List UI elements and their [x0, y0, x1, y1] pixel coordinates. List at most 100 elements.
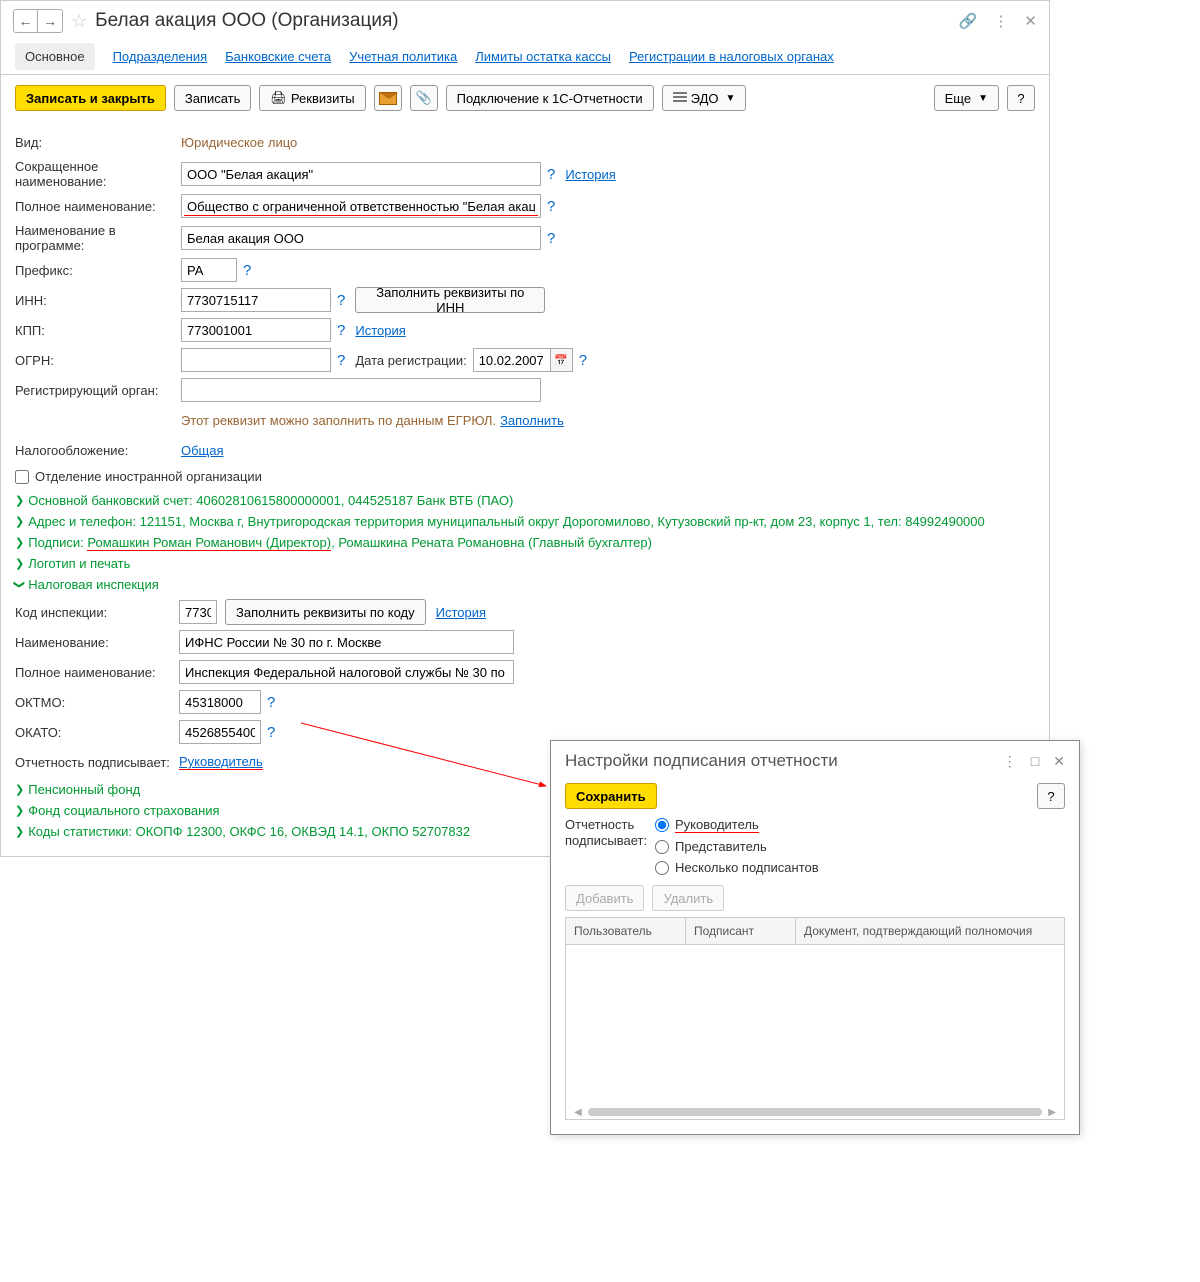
- logo-expander[interactable]: ❯Логотип и печать: [15, 553, 1035, 574]
- reg-organ-label: Регистрирующий орган:: [15, 383, 181, 398]
- chevron-right-icon: ❯: [15, 557, 24, 570]
- dialog-maximize-icon[interactable]: □: [1031, 753, 1039, 770]
- prog-name-input[interactable]: [181, 226, 541, 250]
- okato-input[interactable]: [179, 720, 261, 744]
- foreign-org-checkbox[interactable]: [15, 470, 29, 484]
- tab-main[interactable]: Основное: [15, 43, 95, 70]
- dialog-more-icon[interactable]: ⋮: [1003, 753, 1017, 770]
- table-body: [566, 945, 1064, 1105]
- reg-organ-input[interactable]: [181, 378, 541, 402]
- hint-icon[interactable]: ?: [547, 230, 555, 247]
- tab-bank-accounts[interactable]: Банковские счета: [225, 45, 331, 68]
- reg-hint: Этот реквизит можно заполнить по данным …: [181, 413, 496, 428]
- inn-input[interactable]: [181, 288, 331, 312]
- favorite-icon[interactable]: ☆: [71, 11, 87, 32]
- tabs-bar: Основное Подразделения Банковские счета …: [1, 41, 1049, 75]
- kpp-input[interactable]: [181, 318, 331, 342]
- hint-icon[interactable]: ?: [267, 694, 275, 711]
- report-signer-link[interactable]: Руководитель: [179, 754, 263, 770]
- connect-reporting-button[interactable]: Подключение к 1С-Отчетности: [446, 85, 654, 111]
- prog-name-label: Наименование в программе:: [15, 223, 181, 253]
- dialog-help-button[interactable]: ?: [1037, 783, 1065, 809]
- tab-tax-registrations[interactable]: Регистрации в налоговых органах: [629, 45, 834, 68]
- radio-representative[interactable]: Представитель: [655, 839, 819, 854]
- horizontal-scrollbar[interactable]: ◀ ▶: [566, 1105, 1064, 1119]
- chevron-right-icon: ❯: [15, 494, 24, 507]
- dialog-save-button[interactable]: Сохранить: [565, 783, 657, 809]
- chevron-right-icon: ❯: [15, 825, 24, 838]
- fill-by-code-button[interactable]: Заполнить реквизиты по коду: [225, 599, 426, 625]
- insp-full-input[interactable]: [179, 660, 514, 684]
- edo-icon: [673, 92, 687, 104]
- ogrn-input[interactable]: [181, 348, 331, 372]
- bank-account-expander[interactable]: ❯Основной банковский счет: 4060281061580…: [15, 490, 1035, 511]
- save-close-button[interactable]: Записать и закрыть: [15, 85, 166, 111]
- chevron-right-icon: ❯: [15, 783, 24, 796]
- insp-name-label: Наименование:: [15, 635, 179, 650]
- help-button[interactable]: ?: [1007, 85, 1035, 111]
- hint-icon[interactable]: ?: [267, 724, 275, 741]
- reg-date-input[interactable]: [473, 348, 551, 372]
- main-window: ← → ☆ Белая акация ООО (Организация) 🔗 ⋮…: [0, 0, 1050, 857]
- history-link[interactable]: История: [565, 167, 615, 182]
- back-button[interactable]: ←: [14, 10, 38, 32]
- oktmo-label: ОКТМО:: [15, 695, 179, 710]
- kpp-history-link[interactable]: История: [355, 323, 405, 338]
- hint-icon[interactable]: ?: [243, 262, 251, 279]
- tab-cash-limits[interactable]: Лимиты остатка кассы: [475, 45, 611, 68]
- page-title: Белая акация ООО (Организация): [95, 10, 959, 32]
- short-name-label: Сокращенное наименование:: [15, 159, 181, 189]
- mail-button[interactable]: [374, 85, 402, 111]
- nav-arrows: ← →: [13, 9, 63, 33]
- edo-button[interactable]: ЭДО▼: [662, 85, 747, 111]
- col-user: Пользователь: [566, 918, 686, 944]
- clip-icon: 📎: [416, 90, 432, 106]
- tab-departments[interactable]: Подразделения: [113, 45, 208, 68]
- radio-group-label: Отчетностьподписывает:: [565, 817, 655, 875]
- col-signer: Подписант: [686, 918, 796, 944]
- oktmo-input[interactable]: [179, 690, 261, 714]
- hint-icon[interactable]: ?: [337, 352, 345, 369]
- insp-code-label: Код инспекции:: [15, 605, 179, 620]
- prefix-input[interactable]: [181, 258, 237, 282]
- hint-icon[interactable]: ?: [547, 198, 555, 215]
- scroll-left-icon[interactable]: ◀: [574, 1107, 582, 1118]
- save-button[interactable]: Записать: [174, 85, 252, 111]
- hint-icon[interactable]: ?: [579, 352, 587, 369]
- signatures-expander[interactable]: ❯Подписи: Ромашкин Роман Романович (Дире…: [15, 532, 1035, 553]
- insp-code-input[interactable]: [179, 600, 217, 624]
- print-icon: 🖨: [270, 90, 287, 106]
- reg-date-label: Дата регистрации:: [355, 353, 466, 368]
- more-icon[interactable]: ⋮: [993, 12, 1008, 30]
- radio-director[interactable]: Руководитель: [655, 817, 819, 833]
- insp-history-link[interactable]: История: [436, 605, 486, 620]
- ogrn-label: ОГРН:: [15, 353, 181, 368]
- mail-icon: [379, 92, 397, 105]
- delete-button[interactable]: Удалить: [652, 885, 724, 911]
- kind-value: Юридическое лицо: [181, 135, 297, 150]
- forward-button[interactable]: →: [38, 10, 62, 32]
- link-icon[interactable]: 🔗: [959, 12, 978, 30]
- tax-value-link[interactable]: Общая: [181, 443, 224, 458]
- add-button[interactable]: Добавить: [565, 885, 644, 911]
- tax-label: Налогообложение:: [15, 443, 181, 458]
- fill-link[interactable]: Заполнить: [500, 413, 564, 428]
- attach-button[interactable]: 📎: [410, 85, 438, 111]
- tax-inspection-expander[interactable]: ❯Налоговая инспекция: [15, 574, 1035, 595]
- address-expander[interactable]: ❯Адрес и телефон: 121151, Москва г, Внут…: [15, 511, 1035, 532]
- more-button[interactable]: Еще▼: [934, 85, 999, 111]
- scroll-right-icon[interactable]: ▶: [1048, 1107, 1056, 1118]
- radio-multiple[interactable]: Несколько подписантов: [655, 860, 819, 875]
- hint-icon[interactable]: ?: [337, 292, 345, 309]
- hint-icon[interactable]: ?: [337, 322, 345, 339]
- chevron-right-icon: ❯: [15, 804, 24, 817]
- requisites-button[interactable]: 🖨Реквизиты: [259, 85, 365, 111]
- insp-name-input[interactable]: [179, 630, 514, 654]
- calendar-icon[interactable]: 📅: [551, 348, 573, 372]
- fill-by-inn-button[interactable]: Заполнить реквизиты по ИНН: [355, 287, 545, 313]
- hint-icon[interactable]: ?: [547, 166, 555, 183]
- short-name-input[interactable]: [181, 162, 541, 186]
- dialog-close-icon[interactable]: ✕: [1053, 753, 1065, 770]
- close-icon[interactable]: ✕: [1024, 12, 1037, 30]
- tab-accounting-policy[interactable]: Учетная политика: [349, 45, 457, 68]
